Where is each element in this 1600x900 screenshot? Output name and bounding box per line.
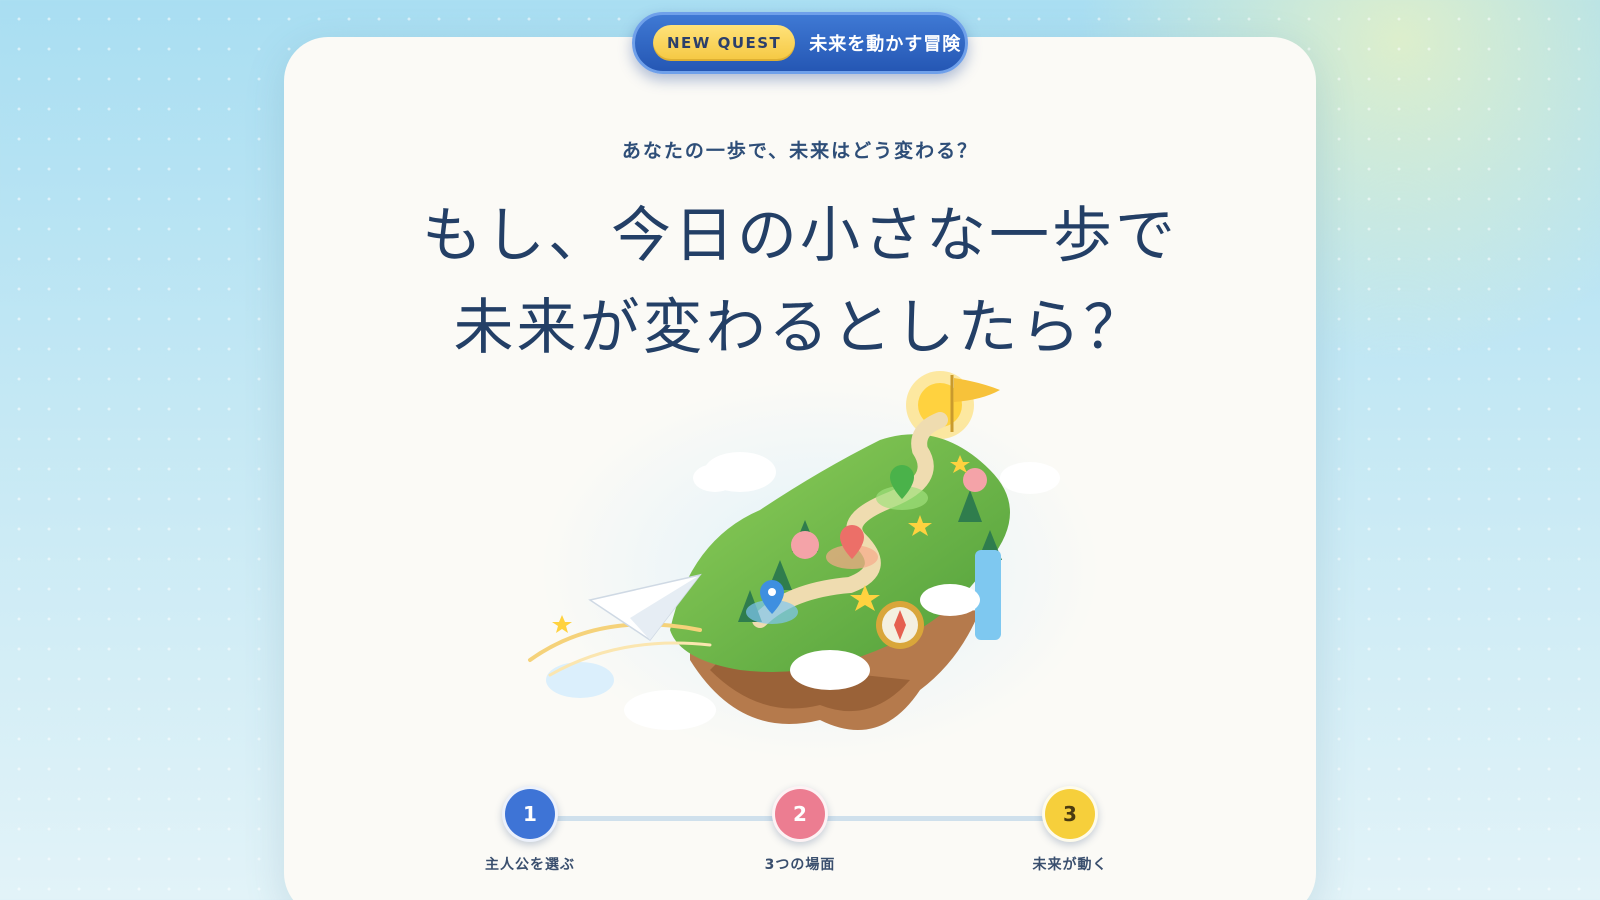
compass-icon xyxy=(876,601,924,649)
step-2-label: 3つの場面 xyxy=(764,857,836,873)
hero-headline: もし、今日の小さな一歩で 未来が変わるとしたら？ xyxy=(0,190,1600,374)
headline-line-2: 未来が変わるとしたら？ xyxy=(453,293,1147,363)
step-2-circle[interactable]: 2 xyxy=(772,786,828,842)
quest-title: 未来を動かす冒険 xyxy=(809,34,962,55)
step-3-circle[interactable]: 3 xyxy=(1042,786,1098,842)
headline-line-1: もし、今日の小さな一歩で xyxy=(422,201,1178,271)
step-3[interactable]: 3 未来が動く xyxy=(1010,786,1130,874)
new-quest-badge: NEW QUEST xyxy=(653,25,796,61)
step-1[interactable]: 1 主人公を選ぶ xyxy=(470,786,590,874)
step-2[interactable]: 2 3つの場面 xyxy=(740,786,860,874)
hero-eyebrow: あなたの一歩で、未来はどう変わる？ xyxy=(621,140,979,162)
floating-island-illustration xyxy=(528,371,1100,760)
new-quest-header-pill: NEW QUEST 未来を動かす冒険 xyxy=(632,12,968,74)
progress-steps: 1 主人公を選ぶ 2 3つの場面 3 未来が動く xyxy=(470,786,1130,886)
step-1-label: 主人公を選ぶ xyxy=(485,857,575,873)
step-3-label: 未来が動く xyxy=(1032,857,1108,873)
step-1-circle[interactable]: 1 xyxy=(502,786,558,842)
